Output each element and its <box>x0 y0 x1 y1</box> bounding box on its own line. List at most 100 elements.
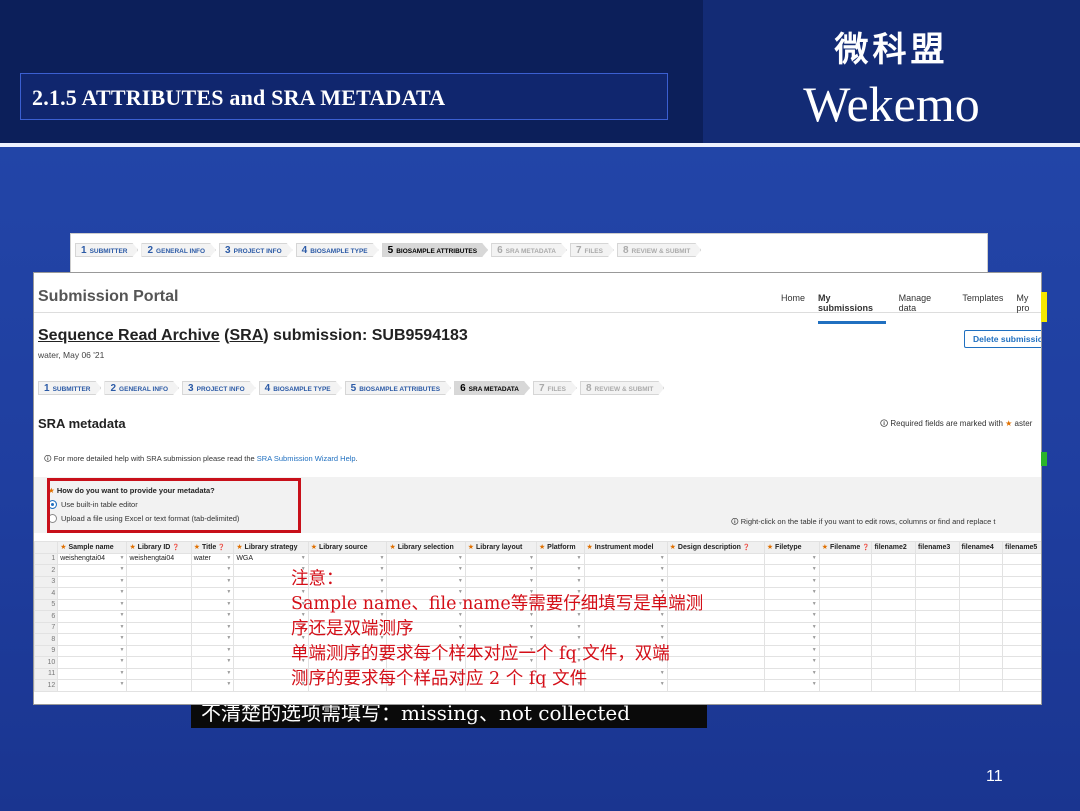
back-step-project-info[interactable]: 3 PROJECT INFO <box>219 243 293 257</box>
table-cell[interactable] <box>126 667 192 680</box>
table-cell[interactable] <box>871 621 916 634</box>
table-cell[interactable] <box>818 598 873 611</box>
table-cell[interactable] <box>818 621 873 634</box>
table-cell[interactable] <box>190 598 235 611</box>
back-step-submitter[interactable]: 1 SUBMITTER <box>75 243 138 257</box>
table-cell[interactable] <box>763 552 820 565</box>
table-cell[interactable] <box>57 610 128 623</box>
table-cell[interactable] <box>190 587 235 600</box>
step-general-info[interactable]: 2 GENERAL INFO <box>104 381 179 395</box>
table-cell[interactable] <box>914 598 960 611</box>
step-sra-metadata[interactable]: 6 SRA METADATA <box>454 381 530 395</box>
table-cell[interactable] <box>871 552 916 565</box>
table-cell[interactable] <box>126 633 192 646</box>
table-cell[interactable] <box>1002 598 1041 611</box>
step-biosample-type[interactable]: 4 BIOSAMPLE TYPE <box>259 381 342 395</box>
table-cell[interactable] <box>763 667 820 680</box>
table-cell[interactable] <box>958 598 1004 611</box>
column-header[interactable]: filename5 <box>1002 541 1041 554</box>
table-cell[interactable] <box>958 610 1004 623</box>
table-cell[interactable] <box>958 667 1004 680</box>
table-cell[interactable] <box>914 667 960 680</box>
column-header[interactable]: ★ Library source <box>307 541 388 554</box>
table-cell[interactable] <box>1002 564 1041 577</box>
table-cell[interactable] <box>958 644 1004 657</box>
nav-my-pro[interactable]: My pro <box>1016 293 1041 324</box>
table-cell[interactable] <box>914 575 960 588</box>
table-cell[interactable]: water <box>190 552 235 565</box>
step-project-info[interactable]: 3 PROJECT INFO <box>182 381 256 395</box>
back-step-general-info[interactable]: 2 GENERAL INFO <box>141 243 216 257</box>
delete-submission-button[interactable]: Delete submission <box>964 330 1041 348</box>
table-cell[interactable] <box>958 621 1004 634</box>
table-cell[interactable] <box>57 679 128 692</box>
table-cell[interactable] <box>763 610 820 623</box>
table-cell[interactable] <box>126 598 192 611</box>
table-cell[interactable] <box>126 610 192 623</box>
table-cell[interactable] <box>190 575 235 588</box>
table-cell[interactable] <box>1002 633 1041 646</box>
table-cell[interactable] <box>763 656 820 669</box>
table-cell[interactable] <box>57 598 128 611</box>
table-cell[interactable] <box>871 564 916 577</box>
table-cell[interactable] <box>126 644 192 657</box>
table-cell[interactable] <box>914 610 960 623</box>
table-cell[interactable] <box>763 587 820 600</box>
table-cell[interactable] <box>958 679 1004 692</box>
column-header[interactable]: ★ Library ID ❓ <box>126 541 192 554</box>
table-cell[interactable] <box>818 644 873 657</box>
table-cell[interactable] <box>126 575 192 588</box>
column-header[interactable]: filename4 <box>958 541 1004 554</box>
table-cell[interactable] <box>1002 575 1041 588</box>
table-cell[interactable] <box>57 575 128 588</box>
table-cell[interactable] <box>871 644 916 657</box>
table-cell[interactable] <box>871 656 916 669</box>
table-cell[interactable] <box>958 656 1004 669</box>
table-cell[interactable] <box>126 564 192 577</box>
sra-link[interactable]: Sequence Read Archive <box>38 327 220 344</box>
step-submitter[interactable]: 1 SUBMITTER <box>38 381 101 395</box>
table-cell[interactable] <box>535 552 585 565</box>
table-cell[interactable] <box>818 667 873 680</box>
help-icon[interactable]: ❓ <box>741 545 750 551</box>
table-cell[interactable]: WGA <box>233 552 309 565</box>
table-cell[interactable] <box>190 633 235 646</box>
table-cell[interactable] <box>763 621 820 634</box>
table-cell[interactable] <box>190 621 235 634</box>
table-cell[interactable] <box>818 633 873 646</box>
step-biosample-attributes[interactable]: 5 BIOSAMPLE ATTRIBUTES <box>345 381 451 395</box>
table-cell[interactable] <box>871 587 916 600</box>
column-header[interactable]: ★ Library strategy <box>233 541 309 554</box>
column-header[interactable]: ★ Sample name <box>57 541 128 554</box>
table-cell[interactable] <box>763 598 820 611</box>
nav-home[interactable]: Home <box>781 293 805 324</box>
table-cell[interactable] <box>818 564 873 577</box>
table-cell[interactable] <box>958 587 1004 600</box>
table-cell[interactable] <box>958 633 1004 646</box>
table-cell[interactable] <box>57 621 128 634</box>
table-cell[interactable] <box>818 610 873 623</box>
table-cell[interactable] <box>190 610 235 623</box>
table-cell[interactable] <box>190 644 235 657</box>
table-cell[interactable] <box>914 621 960 634</box>
table-cell[interactable]: weishengtai04 <box>57 552 128 565</box>
table-cell[interactable] <box>818 552 873 565</box>
table-cell[interactable] <box>871 679 916 692</box>
table-cell[interactable] <box>190 667 235 680</box>
table-cell[interactable] <box>57 644 128 657</box>
table-cell[interactable] <box>914 633 960 646</box>
table-cell[interactable] <box>1002 679 1041 692</box>
column-header[interactable]: ★ Filetype <box>763 541 820 554</box>
table-cell[interactable] <box>958 575 1004 588</box>
table-cell[interactable] <box>57 633 128 646</box>
table-cell[interactable] <box>914 564 960 577</box>
back-step-biosample-attributes[interactable]: 5 BIOSAMPLE ATTRIBUTES <box>382 243 488 257</box>
table-cell[interactable] <box>871 610 916 623</box>
table-cell[interactable] <box>818 575 873 588</box>
table-cell[interactable] <box>1002 552 1041 565</box>
help-icon[interactable]: ❓ <box>860 545 869 551</box>
table-cell[interactable] <box>190 564 235 577</box>
nav-manage-data[interactable]: Manage data <box>899 293 950 324</box>
column-header[interactable]: ★ Platform <box>535 541 585 554</box>
table-cell[interactable] <box>763 644 820 657</box>
